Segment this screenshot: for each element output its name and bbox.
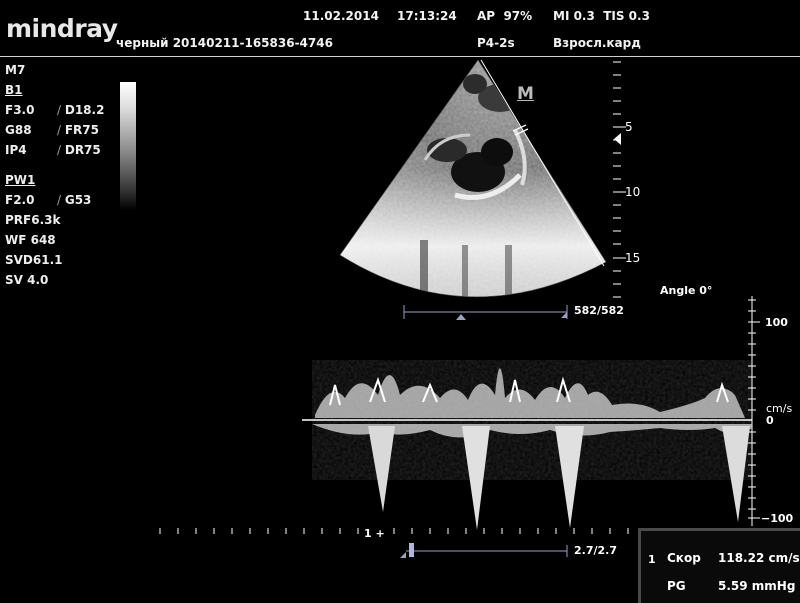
depth-label-5: 5 [625,120,633,134]
measurement-panel: 1 Скор 118.22 cm/s PG 5.59 mmHg [638,528,800,603]
velocity-zero: 0 [766,414,774,427]
sweep-slider-handle[interactable] [409,543,414,557]
depth-label-10: 10 [625,185,641,199]
angle-correction: Angle 0° [660,284,713,297]
velocity-label: Скор [667,551,701,565]
pressure-gradient-value: 5.59 mmHg [718,579,796,593]
doppler-spectrum [312,360,752,530]
line-slider-pointer-icon[interactable] [456,314,466,320]
pressure-gradient-label: PG [667,579,686,593]
sweep-counter: 2.7/2.7 [574,544,617,557]
time-axis [159,528,629,534]
velocity-scale-bottom: −100 [761,512,794,525]
ultrasound-canvas [159,59,760,558]
velocity-value: 118.22 cm/s [718,551,800,565]
measurement-index: 1 [648,553,656,566]
depth-label-15: 15 [625,251,641,265]
focus-marker-icon[interactable] [614,133,621,145]
line-counter: 582/582 [574,304,624,317]
b-mode-sector [340,60,606,297]
m-line-marker: M [517,84,534,104]
velocity-scale-top: 100 [765,316,788,329]
cursor-index-label: 1 + [364,527,385,540]
